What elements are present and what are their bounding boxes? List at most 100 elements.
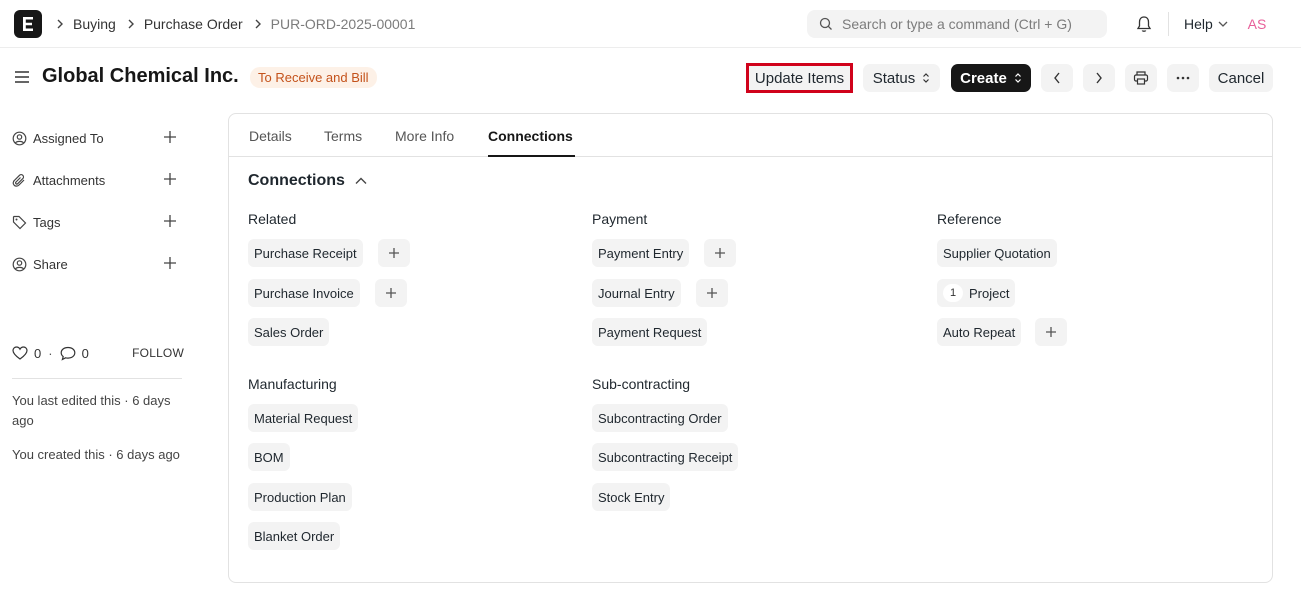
next-doc-button[interactable] (1083, 64, 1115, 92)
breadcrumb-purchase-order[interactable]: Purchase Order (144, 16, 243, 32)
link-purchase-invoice[interactable]: Purchase Invoice (248, 279, 360, 307)
link-bom[interactable]: BOM (248, 443, 290, 471)
tab-more-info[interactable]: More Info (395, 128, 454, 144)
project-count-badge: 1 (943, 284, 963, 302)
group-title-subcontracting: Sub-contracting (592, 376, 691, 392)
ellipsis-icon (1176, 76, 1190, 80)
group-title-payment: Payment (592, 211, 648, 227)
status-badge: To Receive and Bill (250, 67, 377, 88)
group-title-reference: Reference (937, 211, 1002, 227)
connections-card: Details Terms More Info Connections Conn… (228, 113, 1273, 583)
cancel-label: Cancel (1217, 69, 1265, 87)
sidebar-item-label: Tags (33, 214, 61, 230)
add-payment-entry-button[interactable] (704, 239, 736, 267)
add-purchase-invoice-button[interactable] (375, 279, 407, 307)
help-label: Help (1184, 16, 1213, 32)
help-menu[interactable]: Help (1184, 16, 1228, 32)
page-title: Global Chemical Inc. (42, 65, 239, 87)
sidebar-item-label: Assigned To (33, 130, 104, 146)
link-journal-entry[interactable]: Journal Entry (592, 279, 681, 307)
more-actions-button[interactable] (1167, 64, 1199, 92)
link-payment-entry[interactable]: Payment Entry (592, 239, 690, 267)
comments-count: 0 (81, 345, 89, 361)
link-blanket-order[interactable]: Blanket Order (248, 522, 341, 550)
hamburger-icon[interactable] (14, 70, 30, 87)
sidebar-item-share[interactable]: Share (12, 253, 182, 275)
notification-bell-icon[interactable] (1136, 15, 1152, 36)
print-button[interactable] (1125, 64, 1157, 92)
add-icon[interactable] (163, 256, 177, 273)
user-avatar[interactable]: AS (1244, 13, 1270, 35)
breadcrumb: Buying Purchase Order PUR-ORD-2025-00001 (56, 0, 426, 48)
search-input[interactable] (842, 16, 1092, 32)
add-icon[interactable] (163, 214, 177, 231)
plus-icon (715, 248, 725, 258)
section-title: Connections (248, 172, 345, 189)
likes-count: 0 (34, 345, 42, 361)
tab-terms[interactable]: Terms (324, 128, 362, 144)
tab-connections[interactable]: Connections (488, 128, 573, 144)
plus-icon (389, 248, 399, 258)
chevron-right-icon (1096, 72, 1102, 84)
navbar-divider (1168, 12, 1169, 36)
add-icon[interactable] (163, 130, 177, 147)
chevron-right-icon (127, 19, 135, 29)
update-items-button[interactable]: Update Items (746, 63, 853, 93)
previous-doc-button[interactable] (1041, 64, 1073, 92)
create-label: Create (960, 69, 1007, 87)
project-label: Project (969, 285, 1010, 301)
app-logo[interactable] (14, 10, 42, 38)
follow-button[interactable]: FOLLOW (132, 346, 184, 360)
link-stock-entry[interactable]: Stock Entry (592, 483, 671, 511)
sidebar-item-tags[interactable]: Tags (12, 211, 182, 233)
paperclip-icon (12, 173, 30, 188)
link-production-plan[interactable]: Production Plan (248, 483, 352, 511)
form-tabs: Details Terms More Info Connections (229, 114, 1272, 157)
top-navbar: Buying Purchase Order PUR-ORD-2025-00001… (0, 0, 1301, 48)
search-bar[interactable] (807, 10, 1107, 38)
create-button[interactable]: Create (951, 64, 1031, 92)
status-label: Status (872, 69, 916, 87)
breadcrumb-current-doc[interactable]: PUR-ORD-2025-00001 (271, 16, 416, 32)
share-user-icon (12, 257, 30, 272)
update-items-label: Update Items (754, 69, 845, 87)
search-icon (819, 17, 832, 30)
link-sales-order[interactable]: Sales Order (248, 318, 330, 346)
add-icon[interactable] (163, 172, 177, 189)
updown-chevron-icon (922, 72, 930, 84)
link-purchase-receipt[interactable]: Purchase Receipt (248, 239, 363, 267)
connections-section-header[interactable]: Connections (248, 172, 367, 190)
add-auto-repeat-button[interactable] (1035, 318, 1067, 346)
group-title-related: Related (248, 211, 297, 227)
likes-stat[interactable]: 0 (12, 346, 41, 361)
active-tab-indicator (488, 155, 575, 157)
plus-icon (1046, 327, 1056, 337)
link-supplier-quotation[interactable]: Supplier Quotation (937, 239, 1057, 267)
chevron-left-icon (1054, 72, 1060, 84)
link-subcontracting-order[interactable]: Subcontracting Order (592, 404, 728, 432)
sidebar-divider (12, 378, 182, 379)
sidebar-item-label: Share (33, 256, 68, 272)
created-note: You created this · 6 days ago (12, 447, 180, 462)
plus-icon (386, 288, 396, 298)
comments-stat[interactable]: 0 (60, 346, 89, 361)
add-purchase-receipt-button[interactable] (378, 239, 410, 267)
last-edited-note: You last edited this · 6 days ago (12, 393, 171, 428)
comment-icon (60, 346, 75, 361)
group-title-manufacturing: Manufacturing (248, 376, 337, 392)
breadcrumb-buying[interactable]: Buying (73, 16, 116, 32)
sidebar-item-attachments[interactable]: Attachments (12, 169, 182, 191)
plus-icon (707, 288, 717, 298)
tab-details[interactable]: Details (249, 128, 292, 144)
status-button[interactable]: Status (863, 64, 940, 92)
link-material-request[interactable]: Material Request (248, 404, 359, 432)
link-payment-request[interactable]: Payment Request (592, 318, 708, 346)
link-project[interactable]: 1 Project (937, 279, 1016, 307)
sidebar-item-assigned-to[interactable]: Assigned To (12, 127, 182, 149)
printer-icon (1133, 71, 1149, 85)
link-auto-repeat[interactable]: Auto Repeat (937, 318, 1022, 346)
cancel-button[interactable]: Cancel (1209, 64, 1273, 92)
add-journal-entry-button[interactable] (696, 279, 728, 307)
link-subcontracting-receipt[interactable]: Subcontracting Receipt (592, 443, 739, 471)
chevron-right-icon (56, 19, 64, 29)
